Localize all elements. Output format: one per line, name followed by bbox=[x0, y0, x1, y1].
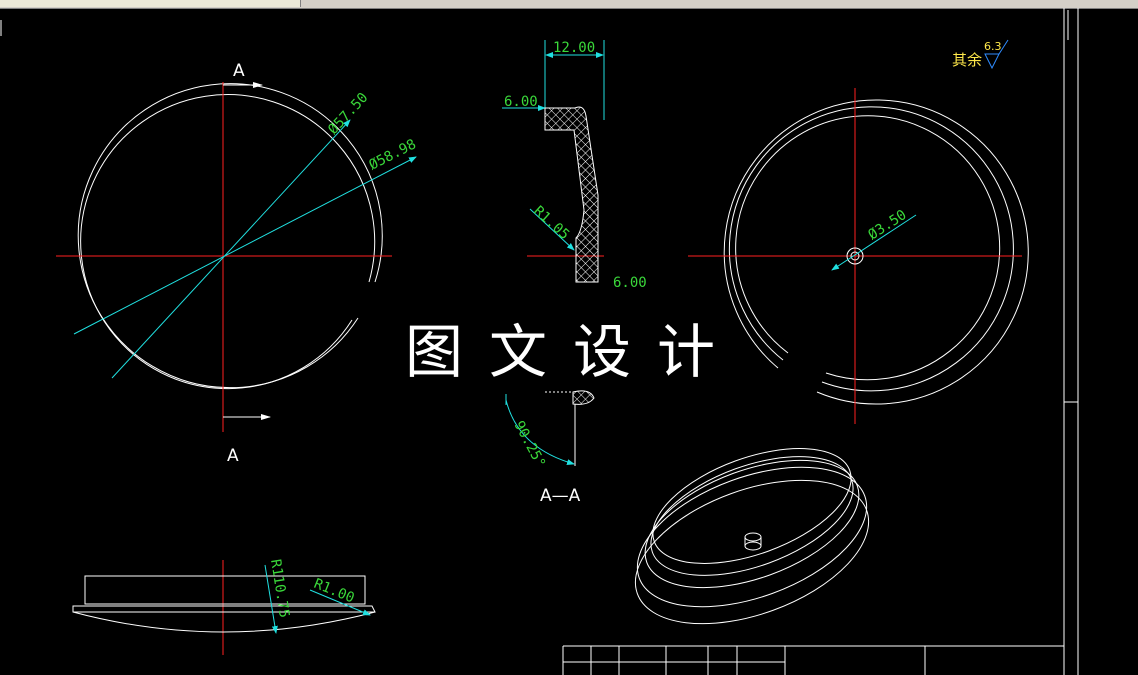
side-view-bottom: R110.75 R1.00 bbox=[72, 558, 376, 655]
dim-arc-radius: R110.75 bbox=[267, 558, 292, 619]
dim-angle: 90.25° bbox=[510, 418, 548, 470]
dim-depth: 6.00 bbox=[504, 94, 538, 110]
dim-hole: Ø3.50 bbox=[865, 207, 909, 243]
front-view-left: Ø57.50 Ø58.98 A A bbox=[56, 61, 419, 466]
roughness-value: 6.3 bbox=[984, 40, 1002, 53]
drawing-frame bbox=[1063, 8, 1079, 675]
surface-roughness-symbol: 其余 6.3 bbox=[952, 39, 1009, 70]
section-marker-top: A bbox=[233, 61, 245, 81]
section-marker-bottom: A bbox=[227, 446, 239, 466]
title-tab[interactable] bbox=[0, 0, 301, 7]
dim-d1: Ø57.50 bbox=[325, 90, 371, 138]
watermark-text: 图文设计 bbox=[405, 318, 742, 386]
dim-fillet: R1.05 bbox=[530, 203, 572, 243]
section-label: A—A bbox=[540, 486, 581, 506]
dim-edge-radius: R1.00 bbox=[312, 576, 357, 607]
dim-d2: Ø58.98 bbox=[367, 136, 419, 173]
diameter-line-58 bbox=[73, 156, 417, 335]
roughness-prefix: 其余 bbox=[952, 51, 982, 69]
title-block bbox=[562, 645, 1064, 675]
diameter-line-57 bbox=[111, 119, 351, 379]
dim-width: 12.00 bbox=[553, 40, 595, 56]
isometric-view bbox=[634, 448, 870, 625]
dim-lower-depth: 6.00 bbox=[613, 275, 647, 291]
section-view-a-a: 12.00 6.00 R1.05 6.00 90.25° A—A bbox=[502, 40, 647, 506]
